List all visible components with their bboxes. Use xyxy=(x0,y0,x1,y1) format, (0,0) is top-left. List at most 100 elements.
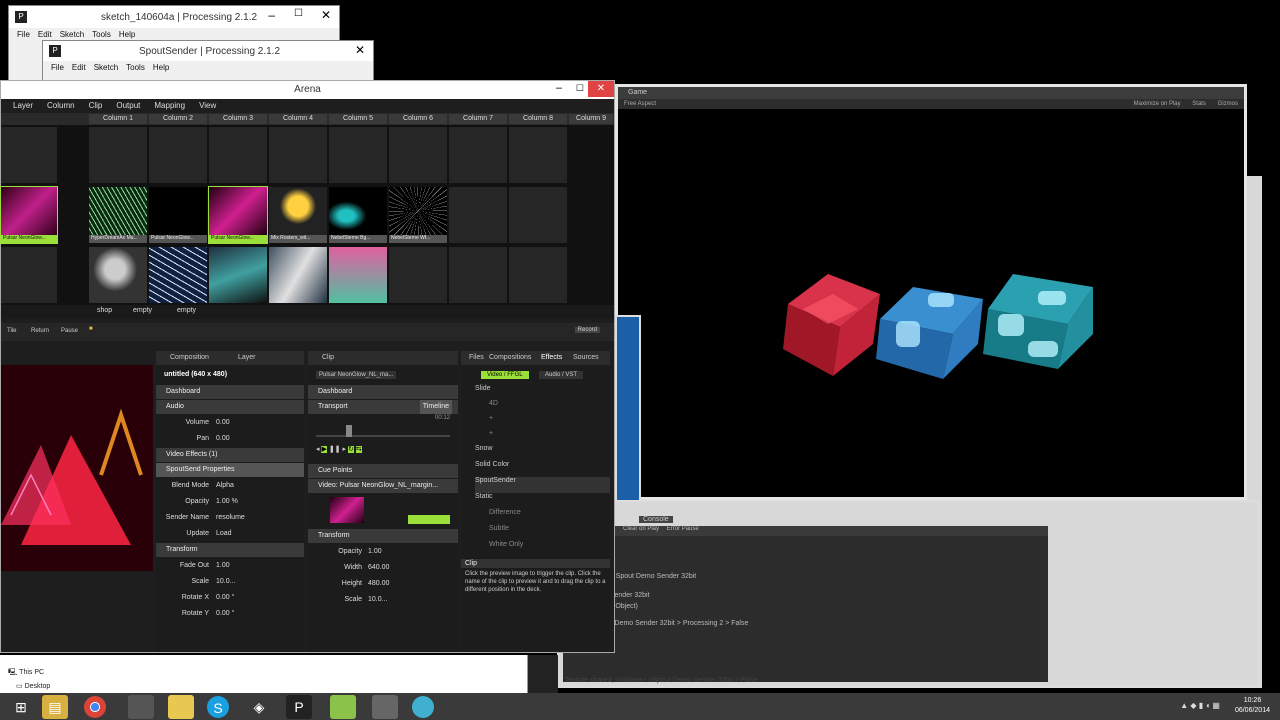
loop-icon[interactable]: ↻ xyxy=(347,446,354,453)
clip-name[interactable]: NebelSterne Wt... xyxy=(389,235,447,243)
menu-layer[interactable]: Layer xyxy=(13,101,33,110)
clip-section-dashboard[interactable]: Dashboard xyxy=(308,385,458,399)
processing-taskbar-icon[interactable]: P xyxy=(286,695,312,719)
clip-section-transport[interactable]: Transport Timeline xyxy=(308,400,458,414)
clip-slot[interactable]: Pulsar NeonGlow... xyxy=(0,186,58,244)
bounce-icon[interactable]: ⇆ xyxy=(355,446,362,453)
deck-tab[interactable]: empty xyxy=(133,307,152,314)
clip-slot[interactable] xyxy=(449,247,507,303)
close-button[interactable]: ✕ xyxy=(321,8,331,22)
blend-value[interactable]: Alpha xyxy=(216,478,234,494)
clip-slot[interactable] xyxy=(329,247,387,303)
section-transform[interactable]: Transform xyxy=(156,543,304,557)
roty-value[interactable]: 0.00 ° xyxy=(216,606,234,622)
clip-slot[interactable] xyxy=(389,247,447,303)
menu-clip[interactable]: Clip xyxy=(89,101,103,110)
gizmos-dropdown[interactable]: Gizmos xyxy=(1218,101,1238,107)
fx-item[interactable]: + xyxy=(475,430,610,445)
tab-effects[interactable]: Effects xyxy=(541,354,562,361)
clip-thumbnail[interactable] xyxy=(209,187,267,235)
scale-value[interactable]: 10.0... xyxy=(216,574,235,590)
fadeout-value[interactable]: 1.00 xyxy=(216,558,230,574)
blend-row[interactable]: Blend Mode Alpha xyxy=(156,478,304,494)
clip-thumbnail[interactable] xyxy=(269,187,327,235)
clip-section-transform[interactable]: Transform xyxy=(308,529,458,543)
clip-opacity-row[interactable]: Opacity 1.00 xyxy=(308,544,458,560)
clip-name-field[interactable]: Pulsar NeonGlow_NL_ma... xyxy=(316,371,396,379)
clip-section-video[interactable]: Video: Pulsar NeonGlow_NL_margin... xyxy=(308,479,458,493)
column-6-header[interactable]: Column 6 xyxy=(389,114,447,124)
nav-desktop[interactable]: ▭ Desktop xyxy=(0,679,527,690)
clip-name[interactable]: Mix Rosters_wit... xyxy=(269,235,327,243)
clip-slot[interactable] xyxy=(1,127,57,183)
update-button[interactable]: Load xyxy=(216,526,232,542)
fx-item[interactable]: Static xyxy=(475,493,610,509)
clip-scale-row[interactable]: Scale 10.0... xyxy=(308,592,458,608)
maximize-button[interactable]: ☐ xyxy=(576,83,584,94)
clip-section-cue-points[interactable]: Cue Points xyxy=(308,464,458,478)
next-icon[interactable]: ▸ xyxy=(343,446,347,453)
clip-scale-value[interactable]: 10.0... xyxy=(368,592,387,608)
clock[interactable]: 10:26 06/06/2014 xyxy=(1235,696,1270,716)
pan-value[interactable]: 0.00 xyxy=(216,431,230,447)
composition-name[interactable]: untitled (640 x 480) xyxy=(156,365,304,384)
clip-slot[interactable] xyxy=(449,127,507,183)
column-4-header[interactable]: Column 4 xyxy=(269,114,327,124)
clip-name[interactable]: Pulsar NeonGlow... xyxy=(149,235,207,243)
clip-slot[interactable] xyxy=(89,247,147,303)
log-line[interactable]: ne:Debug:Log(Object) xyxy=(563,601,1048,612)
menu-tools[interactable]: Tools xyxy=(126,63,145,72)
update-row[interactable]: Update Load xyxy=(156,526,304,542)
app-icon[interactable] xyxy=(128,695,154,719)
menu-file[interactable]: File xyxy=(51,63,64,72)
error-pause-button[interactable]: Error Pause xyxy=(667,526,699,532)
play-icon[interactable]: ▶ xyxy=(321,446,327,453)
clip-name[interactable]: NebelSterne Bg... xyxy=(329,235,387,243)
game-tab[interactable]: Game xyxy=(618,87,1244,99)
column-1-header[interactable]: Column 1 xyxy=(89,114,147,124)
clip-name[interactable]: Pulsar NeonGlow... xyxy=(1,235,57,243)
roty-row[interactable]: Rotate Y 0.00 ° xyxy=(156,606,304,622)
clip-thumbnail[interactable] xyxy=(389,187,447,235)
clear-on-play-button[interactable]: Clear on Play xyxy=(623,526,659,532)
fx-item[interactable]: Difference xyxy=(475,509,610,525)
clip-slot[interactable] xyxy=(149,127,207,183)
menu-view[interactable]: View xyxy=(199,101,216,110)
folder-icon[interactable] xyxy=(168,695,194,719)
column-3-header[interactable]: Column 3 xyxy=(209,114,267,124)
clip-timeline-slider[interactable] xyxy=(316,421,450,445)
tab-sources[interactable]: Sources xyxy=(573,354,599,361)
prev-icon[interactable]: ◂ xyxy=(316,446,320,453)
menu-file[interactable]: File xyxy=(17,30,30,39)
opacity-row[interactable]: Opacity 1.00 % xyxy=(156,494,304,510)
clip-slot[interactable] xyxy=(269,247,327,303)
close-button[interactable]: ✕ xyxy=(355,43,365,57)
pan-row[interactable]: Pan 0.00 xyxy=(156,431,304,447)
stats-toggle[interactable]: Stats xyxy=(1192,101,1206,107)
clip-height-value[interactable]: 480.00 xyxy=(368,576,389,592)
clip-slot[interactable]: NebelSterne Wt... xyxy=(389,187,447,243)
column-8-header[interactable]: Column 8 xyxy=(509,114,567,124)
pause-icon[interactable]: ❚❚ xyxy=(329,446,341,453)
nav-this-pc-label[interactable]: This PC xyxy=(19,669,44,676)
close-button[interactable]: ✕ xyxy=(588,81,614,97)
clip-opacity-value[interactable]: 1.00 xyxy=(368,544,382,560)
start-icon[interactable]: ⊞ xyxy=(8,695,34,719)
column-2-header[interactable]: Column 2 xyxy=(149,114,207,124)
sender-value[interactable]: resolume xyxy=(216,510,245,526)
column-7-header[interactable]: Column 7 xyxy=(449,114,507,124)
menu-sketch[interactable]: Sketch xyxy=(94,63,118,72)
clip-slot[interactable] xyxy=(509,127,567,183)
console-tab-label[interactable]: Console xyxy=(643,516,669,523)
tab-layer[interactable]: Layer xyxy=(238,354,256,361)
menu-output[interactable]: Output xyxy=(116,101,140,110)
clip-slot[interactable] xyxy=(269,127,327,183)
menu-edit[interactable]: Edit xyxy=(38,30,52,39)
clip-slot[interactable] xyxy=(329,127,387,183)
column-9-header[interactable]: Column 9 xyxy=(569,114,613,124)
deck-tab[interactable]: empty xyxy=(177,307,196,314)
opacity-value[interactable]: 1.00 % xyxy=(216,494,238,510)
clip-slot[interactable]: HyperDreamAx Ma... xyxy=(89,187,147,243)
timeline-dropdown[interactable]: Timeline xyxy=(419,400,452,414)
clip-slot[interactable]: Pulsar NeonGlow... xyxy=(208,186,268,244)
